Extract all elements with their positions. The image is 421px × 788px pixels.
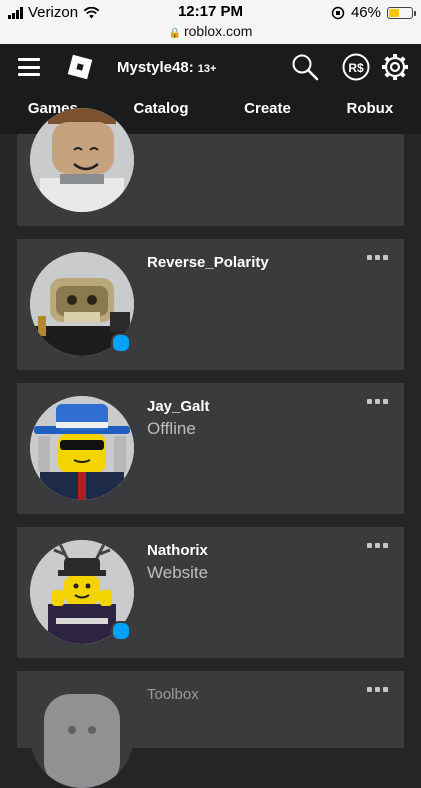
more-options-icon[interactable] [367,687,388,692]
gear-icon[interactable] [380,52,410,82]
tab-robux[interactable]: Robux [347,100,394,117]
orientation-lock-icon [331,6,345,19]
tab-catalog[interactable]: Catalog [134,100,189,117]
avatar-image [30,108,134,212]
more-options-icon[interactable] [367,255,388,260]
battery-icon [387,6,416,19]
battery-fill [389,8,400,17]
age-badge: 13+ [197,63,217,75]
search-icon[interactable] [290,52,320,82]
friend-name[interactable]: Jay_Galt [147,398,210,415]
more-options-icon[interactable] [367,543,388,548]
online-indicator [111,621,131,641]
address-bar[interactable]: 🔒 roblox.com [0,23,421,39]
friend-card-reverse-polarity[interactable]: Reverse_Polarity [17,239,404,370]
roblox-logo-icon[interactable] [67,54,93,80]
avatar-image [30,396,134,500]
ios-status-bar: Verizon 12:17 PM 🔒 roblox.com 46% [0,0,421,44]
robux-icon[interactable]: R$ [341,52,371,82]
url-text: roblox.com [183,23,253,39]
battery-percent: 46% [350,4,381,21]
hamburger-menu-icon[interactable] [18,58,40,76]
svg-text:R$: R$ [348,61,364,75]
friend-status: Website [147,563,209,582]
friend-status: Offline [147,419,196,438]
username-label: Mystyle48: 13+ [117,59,216,76]
avatar-image [44,694,120,788]
battery-info: 46% [331,4,416,21]
lock-icon: 🔒 [168,28,181,39]
friend-card-toolbox[interactable]: Toolbox [17,671,404,788]
friend-name[interactable]: Reverse_Polarity [147,254,269,271]
online-indicator [111,333,131,353]
more-options-icon[interactable] [367,399,388,404]
friend-avatar[interactable] [30,684,134,788]
friend-avatar[interactable] [30,108,134,212]
username-text: Mystyle48: [117,59,194,76]
friend-avatar[interactable] [30,396,134,500]
friend-card[interactable] [17,108,404,226]
tab-create[interactable]: Create [244,100,291,117]
friend-name[interactable]: Nathorix [147,542,208,559]
friend-name[interactable]: Toolbox [147,686,199,703]
friend-card-jay-galt[interactable]: Jay_Galt Offline [17,383,404,514]
friend-card-nathorix[interactable]: Nathorix Website [17,527,404,658]
